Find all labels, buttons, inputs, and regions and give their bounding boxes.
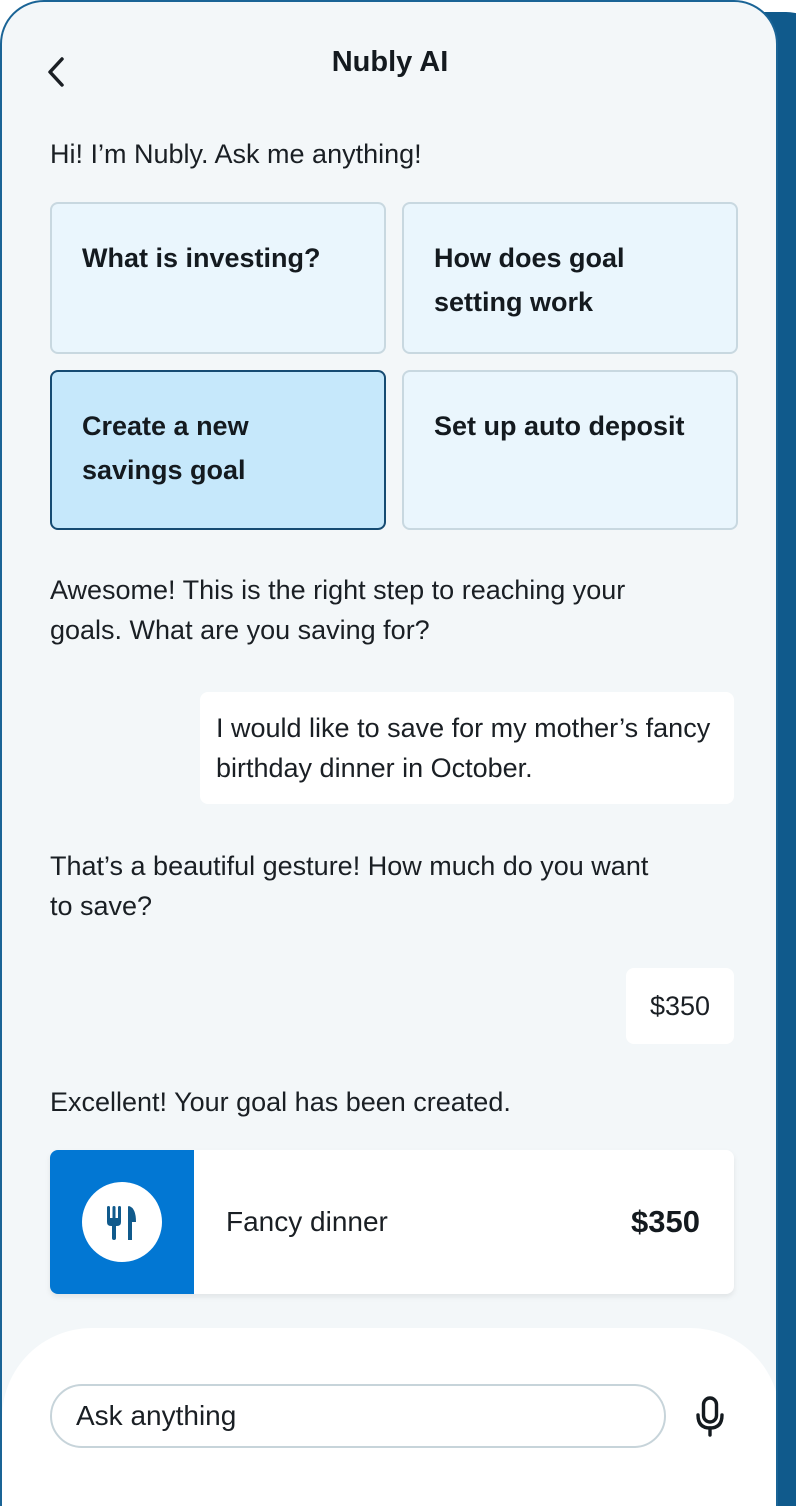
chat-screen: Nubly AI Hi! I’m Nubly. Ask me anything!… [0, 0, 778, 1506]
goal-card[interactable]: Fancy dinner $350 [50, 1150, 734, 1294]
microphone-button[interactable] [686, 1392, 734, 1442]
utensils-icon [107, 1206, 136, 1240]
user-message: I would like to save for my mother’s fan… [200, 692, 734, 804]
composer-panel [2, 1328, 776, 1506]
suggestion-card-goal-setting[interactable]: How does goal setting work [402, 202, 738, 354]
ask-input[interactable] [50, 1384, 666, 1448]
goal-icon-badge [82, 1182, 162, 1262]
goal-icon-panel [50, 1150, 194, 1294]
user-message: $350 [626, 968, 734, 1044]
suggestion-card-new-savings-goal[interactable]: Create a new savings goal [50, 370, 386, 530]
suggestion-card-investing[interactable]: What is investing? [50, 202, 386, 354]
microphone-icon [696, 1396, 724, 1437]
bot-message: Excellent! Your goal has been created. [50, 1087, 511, 1117]
goal-amount: $350 [631, 1204, 700, 1239]
bot-message: Awesome! This is the right step to reach… [50, 575, 626, 645]
app-frame: Nubly AI Hi! I’m Nubly. Ask me anything!… [0, 0, 796, 1506]
page-title: Nubly AI [331, 46, 449, 78]
bot-message: That’s a beautiful gesture! How much do … [50, 851, 649, 921]
suggestion-card-auto-deposit[interactable]: Set up auto deposit [402, 370, 738, 530]
goal-name: Fancy dinner [226, 1206, 388, 1237]
bot-greeting: Hi! I’m Nubly. Ask me anything! [50, 139, 422, 169]
